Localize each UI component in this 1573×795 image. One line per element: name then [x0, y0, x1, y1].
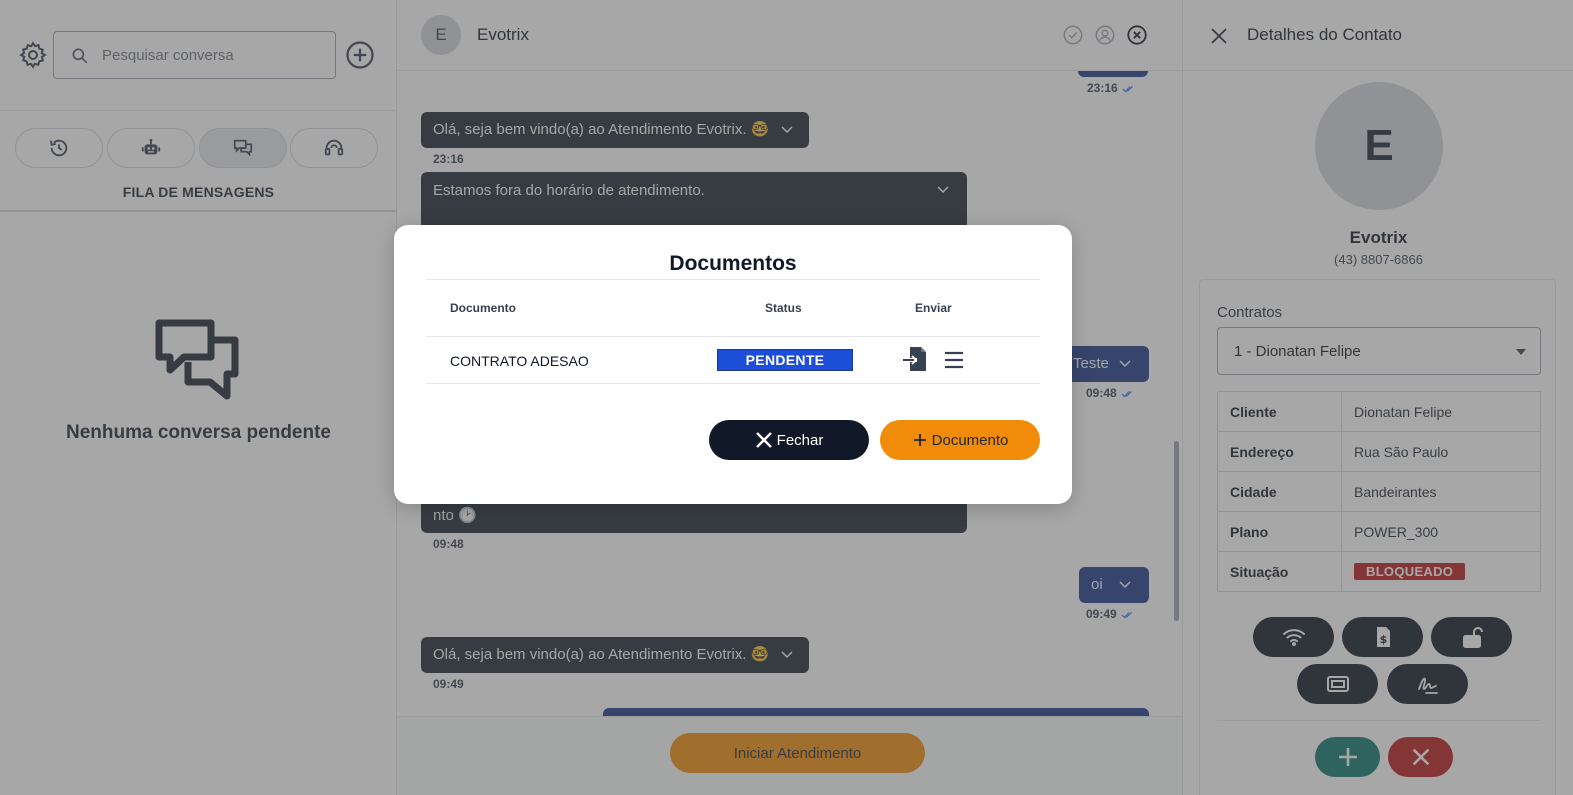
close-modal-label: Fechar — [776, 431, 824, 449]
modal-title: Documentos — [669, 252, 797, 275]
documents-modal: Documentos Documento Status Enviar CONTR… — [394, 225, 1072, 504]
title-divider — [426, 279, 1040, 280]
column-header-send: Enviar — [915, 301, 952, 315]
row-divider — [426, 383, 1040, 384]
document-status-badge: PENDENTE — [717, 349, 853, 371]
close-icon — [755, 432, 772, 448]
add-document-button[interactable]: Documento — [880, 420, 1040, 460]
column-header-document: Documento — [450, 301, 516, 315]
column-header-status: Status — [765, 301, 802, 315]
send-document-icon[interactable] — [902, 346, 928, 372]
menu-icon[interactable] — [943, 349, 965, 371]
header-divider — [426, 336, 1040, 337]
add-document-label: Documento — [931, 431, 1009, 449]
plus-icon — [913, 434, 926, 446]
close-modal-button[interactable]: Fechar — [709, 420, 869, 460]
document-name: CONTRATO ADESAO — [450, 353, 589, 369]
